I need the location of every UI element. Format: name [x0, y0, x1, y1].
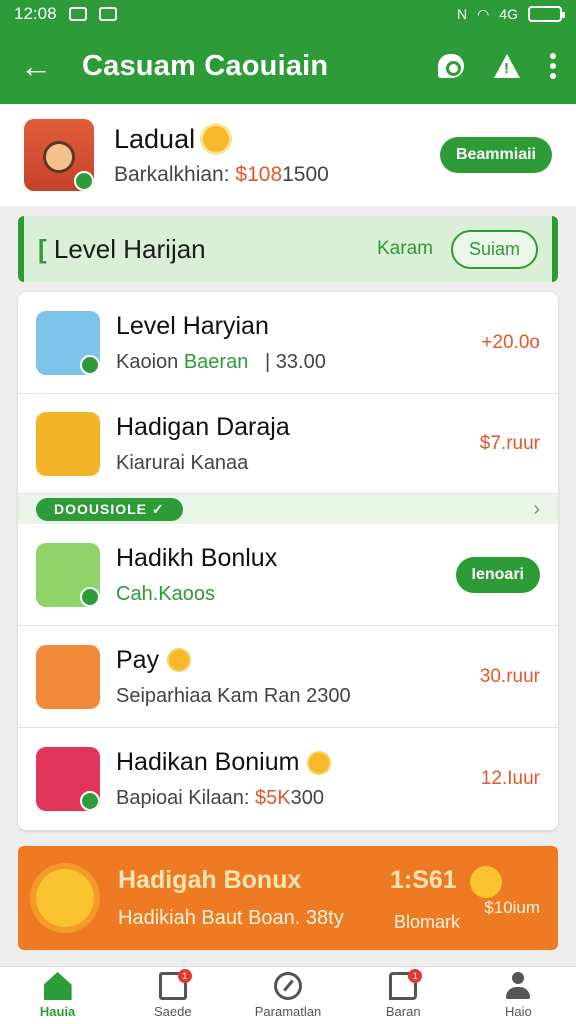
- signal-label: 4G: [499, 6, 518, 22]
- banner-label: Blomark: [394, 912, 461, 932]
- divider-tag[interactable]: DOOUSIOLE ✓: [36, 497, 183, 521]
- level-section-bar: Level Harijan Karam Suiam: [18, 216, 558, 282]
- header-action-button[interactable]: Beammiaii: [439, 137, 552, 173]
- chest-thumbnail-icon: [36, 411, 100, 476]
- shield-icon: [98, 7, 117, 21]
- item-sub-b: Baeran: [183, 350, 249, 373]
- avatar-face: [43, 141, 75, 173]
- chat-icon[interactable]: [438, 54, 464, 78]
- coin-icon: [307, 750, 332, 775]
- item-title: Pay: [116, 645, 160, 674]
- nav-label: Paramatlan: [254, 1004, 322, 1019]
- chat-icon: 1: [389, 969, 423, 1000]
- status-time: 12:08: [14, 4, 57, 23]
- banner-subtitle: Hadikiah Baut Boan. 38ty: [118, 907, 344, 929]
- profile-amount-rest: 1500: [282, 162, 329, 186]
- nav-item-saede[interactable]: 1 Saede: [115, 967, 230, 1024]
- status-bar: 12:08 N ◠ 4G: [0, 0, 576, 28]
- list-item[interactable]: Hadikan Bonium Bapioai Kilaan: $5K300 12…: [18, 728, 558, 830]
- section-link[interactable]: Karam: [377, 238, 433, 260]
- nav-item-paramatlan[interactable]: Paramatlan: [230, 967, 345, 1024]
- item-sub-a: Seiparhiaa Kam Ran 2300: [116, 684, 351, 707]
- back-arrow-icon[interactable]: ←: [20, 48, 60, 85]
- level-badge: [74, 171, 94, 191]
- home-icon: [43, 972, 72, 1000]
- app-bar: ← Casuam Caouiain: [0, 28, 576, 104]
- coin-icon: [167, 648, 192, 672]
- profile-header: Ladual Barkalkhian: $1081500 Beammiaii: [0, 104, 576, 206]
- section-title: Level Harijan: [38, 234, 206, 265]
- item-sub-c: | 33.00: [265, 350, 326, 373]
- item-value: $7.ruur: [479, 432, 540, 454]
- notification-badge: 1: [177, 969, 192, 983]
- coin-icon: [470, 866, 502, 898]
- profile-subtitle: Barkalkhian:: [114, 162, 230, 186]
- item-title: Level Haryian: [116, 311, 269, 340]
- banner-small-value: $10ium: [484, 898, 540, 917]
- list-item[interactable]: Hadigan Daraja Kiarurai Kanaa $7.ruur: [18, 394, 558, 494]
- sun-icon: [36, 869, 94, 927]
- bonus-banner[interactable]: Hadigah Bonux Hadikiah Baut Boan. 38ty 1…: [18, 846, 558, 950]
- item-sub-a: Cah.Kaoos: [116, 582, 215, 605]
- wifi-icon: ◠: [477, 5, 490, 22]
- page-title: Casuam Caouiain: [82, 49, 329, 82]
- level-badge: [80, 354, 100, 375]
- level-badge: [80, 791, 100, 811]
- nav-label: Haio: [505, 1004, 532, 1019]
- item-value: 12.Iuur: [480, 768, 540, 789]
- overflow-menu-icon[interactable]: [550, 53, 556, 79]
- book-thumbnail-icon: [36, 747, 100, 811]
- item-action-button[interactable]: Ienoari: [455, 556, 540, 593]
- item-sub-a: Kiarurai Kanaa: [116, 451, 249, 474]
- gift-thumbnail-icon: [36, 644, 100, 709]
- chevron-right-icon[interactable]: ›: [533, 498, 540, 521]
- kids-thumbnail-icon: [36, 310, 100, 375]
- section-divider[interactable]: DOOUSIOLE ✓ ›: [18, 494, 558, 524]
- banner-title: Hadigah Bonux: [118, 866, 302, 894]
- bonus-list: Level Haryian Kaoion Baeran | 33.00 +20.…: [18, 292, 558, 830]
- nav-label: Baran: [385, 1004, 421, 1019]
- level-badge: [80, 586, 100, 607]
- profile-amount: $108: [235, 162, 283, 186]
- nav-item-profile[interactable]: Haio: [461, 967, 576, 1024]
- notification-badge: 1: [408, 969, 423, 983]
- document-icon: 1: [158, 969, 192, 1000]
- sun-icon: [203, 126, 230, 152]
- item-sub-c: 300: [290, 787, 324, 809]
- avatar[interactable]: [24, 119, 94, 191]
- banner-number: 1:S61: [390, 866, 457, 894]
- list-item[interactable]: Hadikh Bonlux Cah.Kaoos Ienoari: [18, 524, 558, 626]
- item-title: Hadikan Bonium: [116, 748, 300, 776]
- item-value: 30.ruur: [479, 665, 540, 687]
- nav-item-home[interactable]: Hauia: [0, 967, 115, 1024]
- nav-label: Hauia: [39, 1004, 76, 1019]
- item-title: Hadikh Bonlux: [116, 543, 278, 572]
- item-sub-b: $5K: [255, 787, 291, 809]
- section-pill-button[interactable]: Suiam: [450, 229, 538, 269]
- item-value: +20.0o: [481, 331, 540, 353]
- notification-icon: [68, 7, 87, 21]
- item-sub-a: Bapioai Kilaan:: [116, 787, 250, 809]
- list-item[interactable]: Pay Seiparhiaa Kam Ran 2300 30.ruur: [18, 626, 558, 728]
- item-sub-a: Kaoion: [116, 350, 179, 373]
- compass-icon: [274, 972, 302, 1000]
- bottom-nav: Hauia 1 Saede Paramatlan 1 Baran Haio: [0, 966, 576, 1024]
- item-title: Hadigan Daraja: [116, 412, 290, 441]
- list-item[interactable]: Level Haryian Kaoion Baeran | 33.00 +20.…: [18, 292, 558, 394]
- warning-icon[interactable]: [494, 54, 520, 78]
- battery-icon: [528, 6, 565, 22]
- nav-item-baran[interactable]: 1 Baran: [346, 967, 461, 1024]
- network-label: N: [456, 6, 468, 22]
- phone-thumbnail-icon: [36, 542, 100, 607]
- person-icon: [504, 972, 532, 1000]
- profile-name: Ladual: [114, 123, 196, 154]
- nav-label: Saede: [154, 1004, 192, 1019]
